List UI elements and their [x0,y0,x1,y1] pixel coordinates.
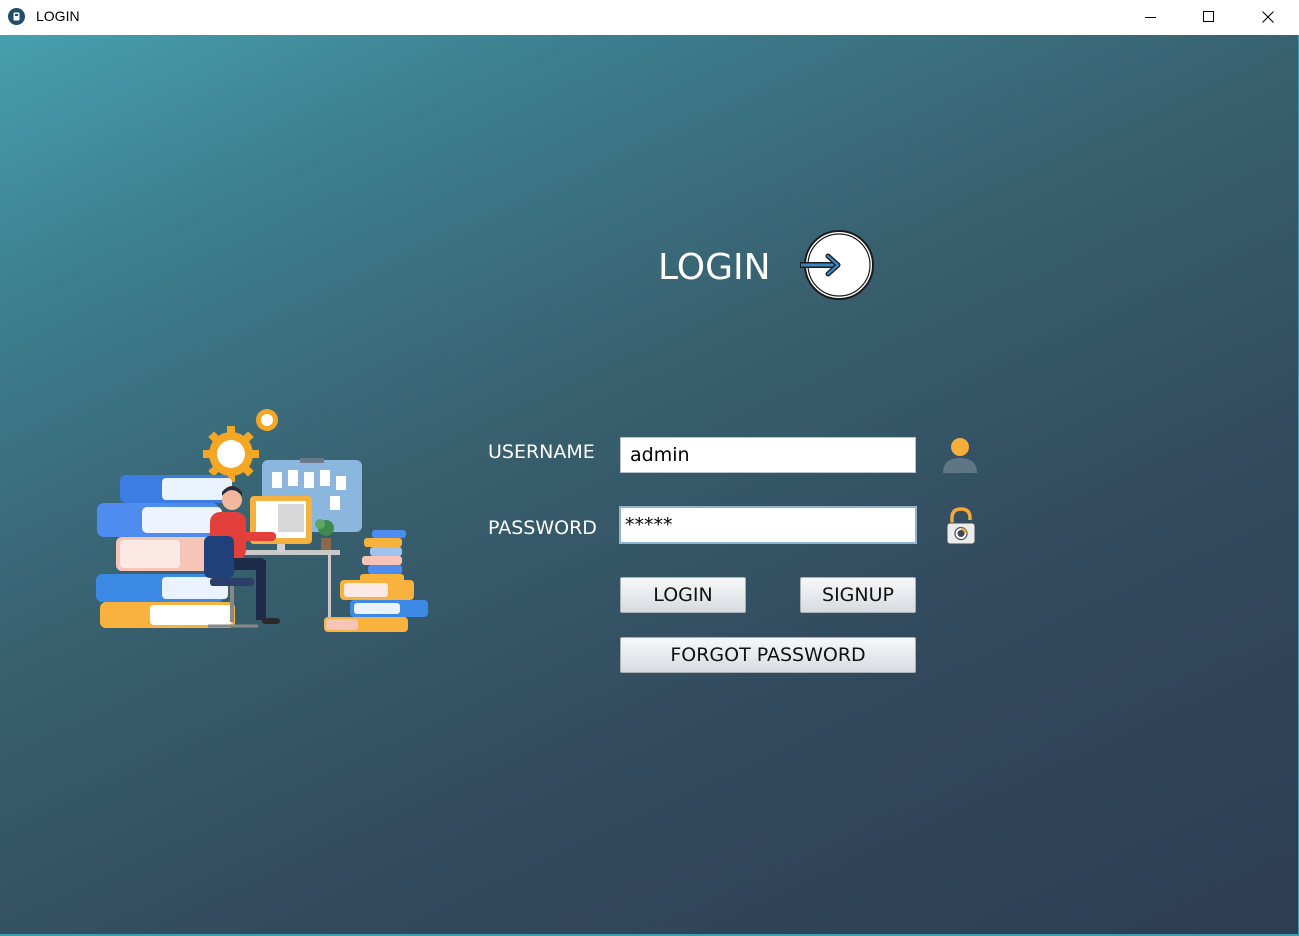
signup-button[interactable]: SIGNUP [800,577,916,613]
lock-icon [946,507,976,545]
minimize-icon [1145,17,1156,18]
person-at-desk-with-books-illustration [96,409,428,632]
page-title: LOGIN [658,247,771,288]
window-title: LOGIN [36,8,80,24]
close-icon [1262,11,1274,23]
maximize-icon [1203,11,1214,22]
small-gear-icon [256,409,278,431]
login-window: LOGIN LOGIN USERNAME admin PASSWORD ****… [0,0,1299,936]
username-field[interactable] [620,437,916,473]
minimize-button[interactable] [1122,0,1180,34]
app-icon [8,8,25,25]
gear-icon [203,426,259,482]
forgot-password-button[interactable]: FORGOT PASSWORD [620,637,916,673]
login-arrow-circle-icon [800,230,874,300]
username-label: USERNAME [488,441,595,463]
password-label: PASSWORD [488,517,597,539]
close-button[interactable] [1239,0,1297,34]
login-button[interactable]: LOGIN [620,577,746,613]
user-icon [943,438,977,473]
maximize-button[interactable] [1180,0,1238,34]
password-field[interactable] [619,506,917,544]
title-bar: LOGIN [0,0,1299,34]
